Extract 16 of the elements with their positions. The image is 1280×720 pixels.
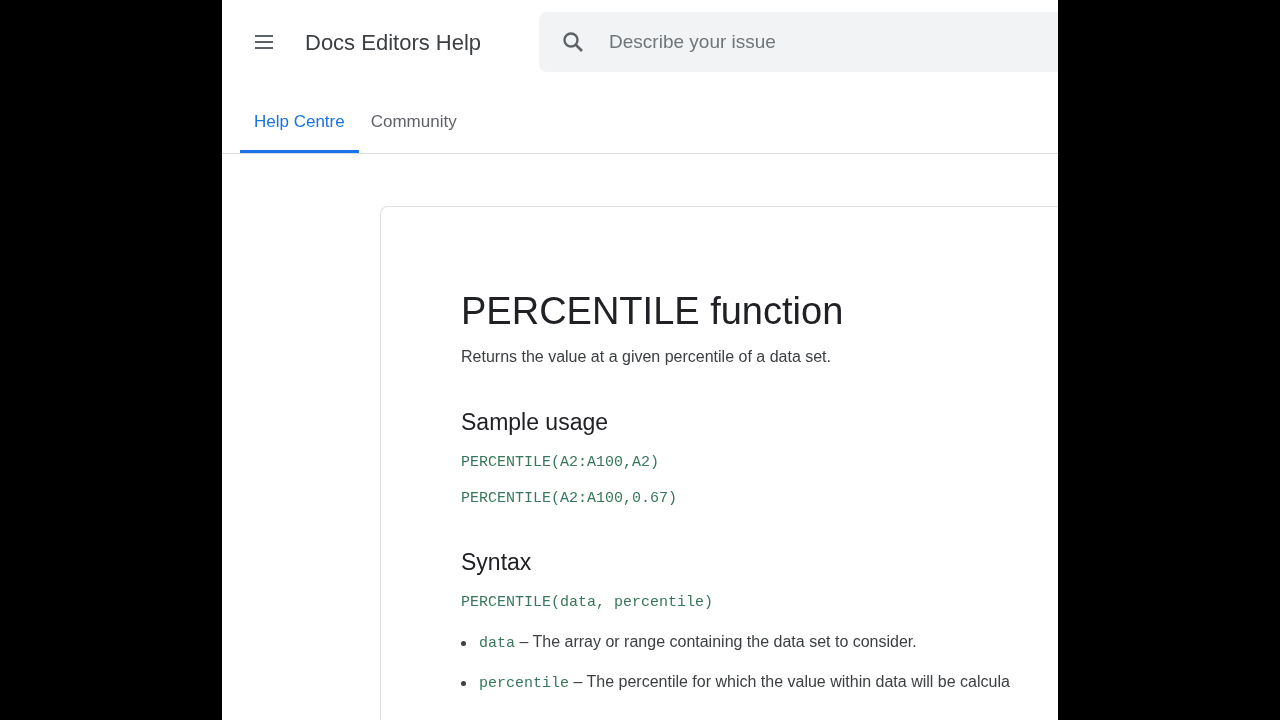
param-description: data – The array or range containing the data set to consider. — [479, 632, 917, 655]
article-summary: Returns the value at a given percentile of a data set. — [461, 347, 832, 367]
search-input[interactable]: Describe your issue — [609, 27, 1058, 57]
code-sample: PERCENTILE(data, percentile) — [461, 593, 715, 613]
section-heading: Syntax — [461, 548, 533, 577]
bullet-icon — [461, 640, 466, 646]
search-field[interactable]: Describe your issue — [539, 12, 1058, 72]
site-title: Docs Editors Help — [305, 28, 482, 57]
param-description: percentile – The percentile for which the value within data will be calcula — [479, 672, 1010, 695]
code-sample: PERCENTILE(A2:A100,0.67) — [461, 489, 679, 509]
article-title: PERCENTILE function — [461, 289, 845, 334]
code-sample: PERCENTILE(A2:A100,A2) — [461, 453, 661, 473]
tab[interactable]: Community — [358, 84, 469, 153]
section-heading: Sample usage — [461, 408, 610, 437]
tab[interactable]: Help Centre — [240, 84, 359, 153]
bullet-icon — [461, 680, 466, 686]
